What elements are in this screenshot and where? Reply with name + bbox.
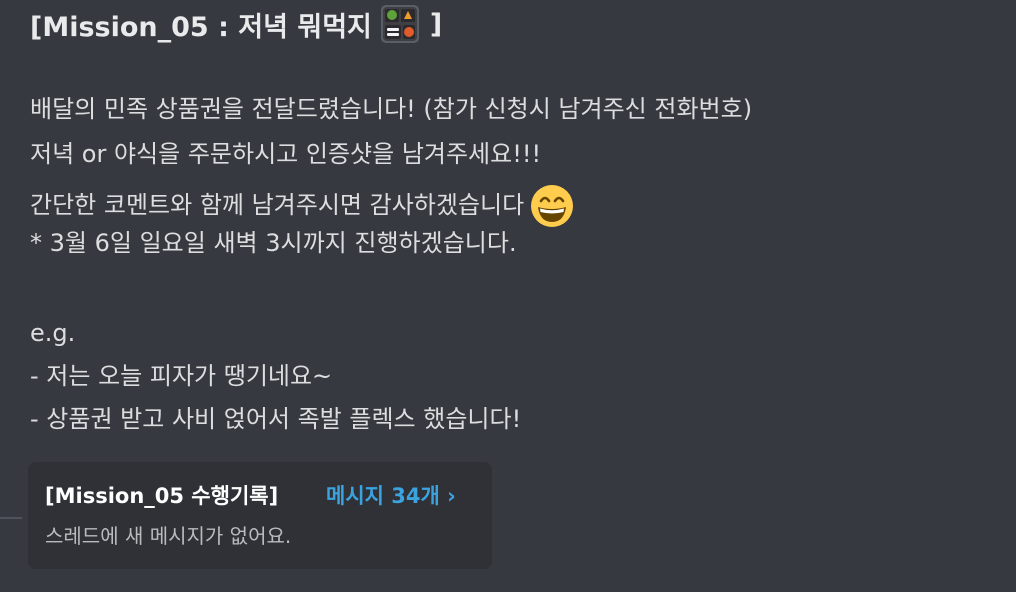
thread-status-text: 스레드에 새 메시지가 없어요. [45, 524, 292, 548]
grinning-face-icon [531, 185, 574, 227]
message-heading: [Mission_05 : 저녁 뭐먹지 ] [30, 2, 442, 46]
thread-spine [0, 517, 22, 519]
thread-title[interactable]: [Mission_05 수행기록] [45, 480, 278, 510]
message-line-text: 간단한 코멘트와 함께 남겨주시면 감사하겠습니다 [30, 191, 525, 219]
heading-text: [Mission_05 : 저녁 뭐먹지 [30, 11, 372, 43]
thread-message-count-link[interactable]: 메시지 34개 › [326, 480, 456, 510]
message-line: - 상품권 받고 사비 얹어서 족발 플렉스 했습니다! [30, 405, 522, 433]
message-line: 배달의 민족 상품권을 전달드렸습니다! (참가 신청시 남겨주신 전화번호) [30, 95, 753, 123]
message-line: 저녁 or 야식을 주문하시고 인증샷을 남겨주세요!!! [30, 140, 542, 168]
message-line: * 3월 6일 일요일 새벽 3시까지 진행하겠습니다. [30, 229, 517, 257]
message-line-with-emoji: 간단한 코멘트와 함께 남겨주시면 감사하겠습니다 [30, 184, 574, 228]
message-line: e.g. [30, 319, 76, 347]
message-line: - 저는 오늘 피자가 땡기네요~ [30, 362, 333, 390]
bento-box-icon [380, 5, 419, 43]
thread-preview-card[interactable]: [Mission_05 수행기록] 메시지 34개 › 스레드에 새 메시지가 … [28, 462, 492, 569]
heading-close-bracket: ] [429, 8, 443, 40]
